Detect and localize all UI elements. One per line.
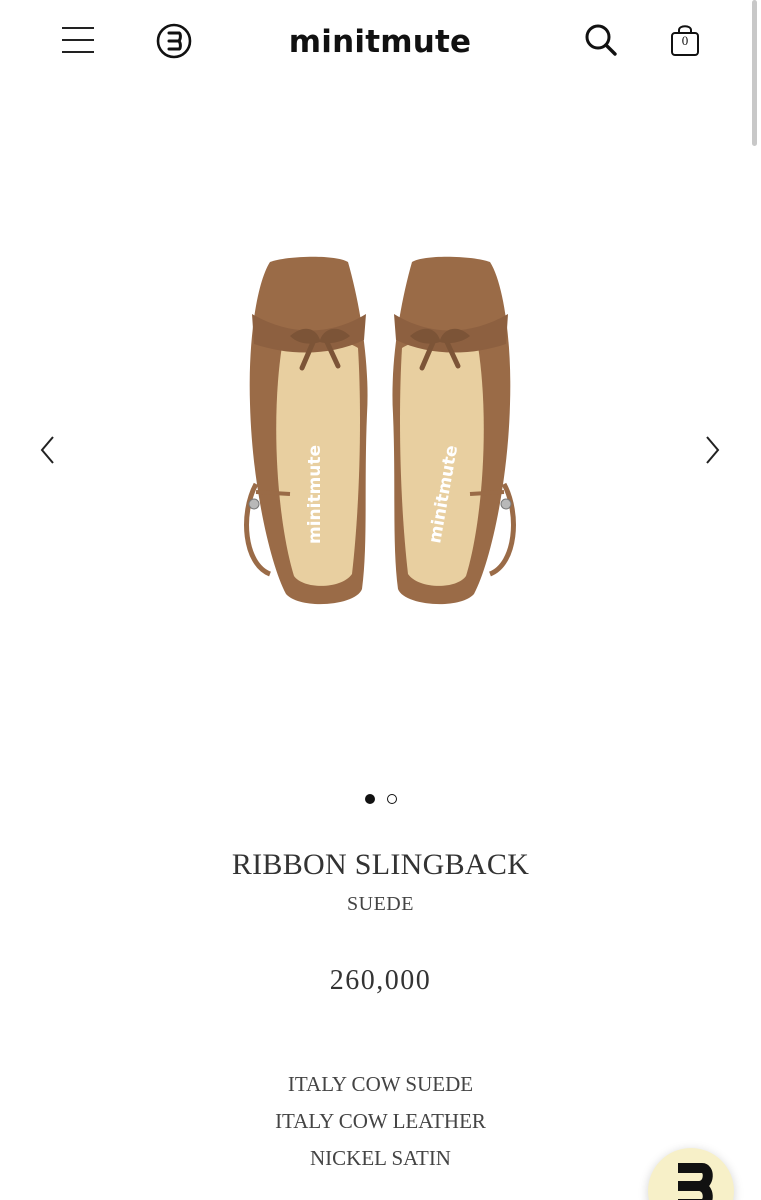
product-variant: SUEDE [347,893,414,915]
material-item: ITALY COW SUEDE [287,1072,474,1096]
product-materials: ITALY COW SUEDE ITALY COW LEATHER NICKEL… [0,1066,761,1177]
chevron-left-icon [40,436,54,464]
menu-button[interactable] [56,20,100,60]
next-image-button[interactable] [692,430,732,470]
chevron-right-icon [706,436,720,464]
e-circle-icon [156,23,192,59]
product-image-carousel: minitmute minitmute [0,84,761,774]
right-sandal: minitmute [392,256,516,605]
material-item: ITALY COW LEATHER [275,1109,486,1133]
cart-button[interactable]: 0 [664,19,706,63]
material-item: NICKEL SATIN [310,1146,451,1170]
menu-icon [62,27,94,53]
carousel-dot-2[interactable] [386,794,397,804]
product-name: RIBBON SLINGBACK [231,848,530,881]
search-button[interactable] [580,19,622,61]
site-header: minitmute 0 [0,0,761,84]
brand-e-button[interactable] [152,20,196,62]
carousel-dot-1[interactable] [364,794,375,804]
cart-count: 0 [681,33,689,48]
insole-brand-text-left: minitmute [305,445,325,544]
site-logo[interactable]: minitmute [230,20,530,64]
search-icon [585,24,617,56]
carousel-pagination [0,794,761,808]
product-image[interactable]: minitmute minitmute [230,244,530,624]
previous-image-button[interactable] [28,430,68,470]
product-price: 260,000 [329,965,432,996]
left-sandal: minitmute [244,256,368,605]
